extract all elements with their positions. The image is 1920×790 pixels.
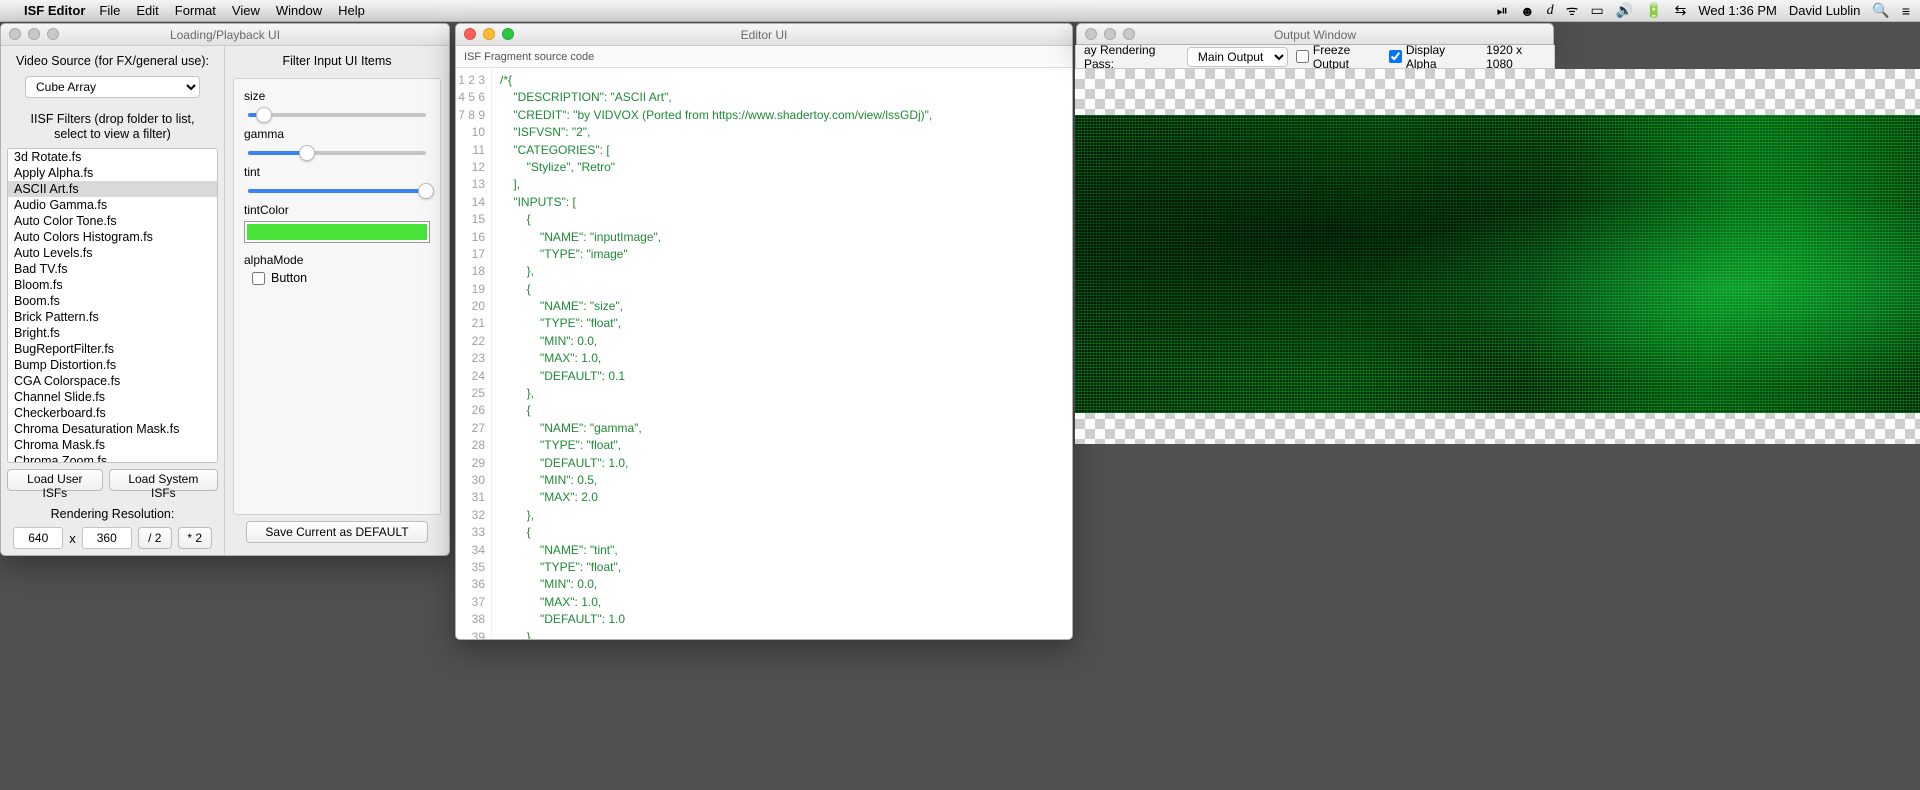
- editor-window-titlebar[interactable]: Editor UI: [456, 24, 1072, 46]
- loading-window-title: Loading/Playback UI: [170, 28, 280, 42]
- size-slider[interactable]: [248, 113, 426, 117]
- output-resolution-label: 1920 x 1080: [1486, 43, 1546, 71]
- alphamode-checkbox[interactable]: [252, 272, 265, 285]
- filter-item[interactable]: BugReportFilter.fs: [8, 341, 217, 357]
- filter-item[interactable]: Chroma Zoom.fs: [8, 453, 217, 463]
- editor-toolbar: ISF Fragment source code: [456, 46, 1072, 68]
- volume-icon[interactable]: 🔊: [1616, 2, 1633, 19]
- filter-item[interactable]: Chroma Desaturation Mask.fs: [8, 421, 217, 437]
- param-tint: tint: [244, 165, 430, 193]
- filter-item[interactable]: Bright.fs: [8, 325, 217, 341]
- tint-slider[interactable]: [248, 189, 426, 193]
- letter-d-icon[interactable]: d: [1547, 3, 1554, 19]
- filter-item[interactable]: Chroma Mask.fs: [8, 437, 217, 453]
- menu-help[interactable]: Help: [338, 3, 365, 18]
- filter-item[interactable]: Boom.fs: [8, 293, 217, 309]
- filter-item[interactable]: Auto Color Tone.fs: [8, 213, 217, 229]
- gamma-slider[interactable]: [248, 151, 426, 155]
- menubar-user[interactable]: David Lublin: [1789, 3, 1861, 18]
- code-text[interactable]: /*{ "DESCRIPTION": "ASCII Art", "CREDIT"…: [492, 68, 1072, 639]
- filter-item[interactable]: Brick Pattern.fs: [8, 309, 217, 325]
- filter-item[interactable]: Checkerboard.fs: [8, 405, 217, 421]
- filter-item[interactable]: Bump Distortion.fs: [8, 357, 217, 373]
- filter-item[interactable]: Auto Levels.fs: [8, 245, 217, 261]
- param-gamma: gamma: [244, 127, 430, 155]
- menu-view[interactable]: View: [232, 3, 260, 18]
- wifi-icon[interactable]: ᯤ: [1566, 1, 1579, 20]
- menu-extra-icon[interactable]: ≡: [1902, 3, 1910, 19]
- output-preview-image: [1075, 115, 1920, 413]
- load-system-isfs-button[interactable]: Load System ISFs: [109, 469, 218, 491]
- spotlight-icon[interactable]: 🔍: [1872, 2, 1889, 19]
- param-alphamode: alphaMode Button: [244, 253, 430, 285]
- display-alpha-toggle[interactable]: Display Alpha: [1389, 43, 1470, 71]
- param-tintcolor: tintColor: [244, 203, 430, 243]
- line-gutter: 1 2 3 4 5 6 7 8 9 10 11 12 13 14 15 16 1…: [456, 68, 492, 639]
- filter-item[interactable]: Bad TV.fs: [8, 261, 217, 277]
- filter-item[interactable]: Auto Colors Histogram.fs: [8, 229, 217, 245]
- tintcolor-swatch[interactable]: [244, 221, 430, 243]
- output-preview-checker: [1075, 69, 1920, 444]
- filter-item[interactable]: CGA Colorspace.fs: [8, 373, 217, 389]
- res-width-input[interactable]: [13, 527, 63, 549]
- res-half-button[interactable]: / 2: [138, 527, 172, 549]
- menu-format[interactable]: Format: [175, 3, 216, 18]
- video-source-select[interactable]: Cube Array: [25, 76, 200, 98]
- filters-label: IISF Filters (drop folder to list, selec…: [7, 112, 218, 142]
- video-source-label: Video Source (for FX/general use):: [7, 54, 218, 68]
- output-window-title: Output Window: [1274, 28, 1356, 42]
- editor-source-label: ISF Fragment source code: [464, 51, 594, 63]
- load-user-isfs-button[interactable]: Load User ISFs: [7, 469, 103, 491]
- freeze-output-toggle[interactable]: Freeze Output: [1296, 43, 1381, 71]
- editor-window: Editor UI ISF Fragment source code 1 2 3…: [455, 23, 1073, 640]
- res-x-label: x: [69, 531, 76, 546]
- user-icon[interactable]: ☻: [1520, 3, 1535, 19]
- rendering-resolution-label: Rendering Resolution:: [7, 507, 218, 521]
- freeze-output-checkbox[interactable]: [1296, 50, 1309, 63]
- output-toolbar: ay Rendering Pass: Main Output Freeze Ou…: [1075, 45, 1555, 69]
- rendering-pass-select[interactable]: Main Output: [1187, 47, 1288, 67]
- loading-window-titlebar[interactable]: Loading/Playback UI: [1, 24, 449, 46]
- filter-item[interactable]: Bloom.fs: [8, 277, 217, 293]
- menu-edit[interactable]: Edit: [136, 3, 158, 18]
- battery-icon[interactable]: 🔋: [1645, 2, 1662, 19]
- code-editor[interactable]: 1 2 3 4 5 6 7 8 9 10 11 12 13 14 15 16 1…: [456, 68, 1072, 639]
- menubar: ISF Editor File Edit Format View Window …: [0, 0, 1920, 22]
- filter-item[interactable]: ASCII Art.fs: [8, 181, 217, 197]
- app-name[interactable]: ISF Editor: [24, 3, 85, 18]
- res-double-button[interactable]: * 2: [178, 527, 212, 549]
- loading-playback-window: Loading/Playback UI Video Source (for FX…: [0, 23, 450, 556]
- display-icon[interactable]: ▭: [1590, 2, 1603, 19]
- editor-window-title: Editor UI: [741, 28, 788, 42]
- save-default-button[interactable]: Save Current as DEFAULT: [246, 521, 427, 543]
- filter-list[interactable]: 3d Rotate.fsApply Alpha.fsASCII Art.fsAu…: [7, 148, 218, 463]
- filter-item[interactable]: Audio Gamma.fs: [8, 197, 217, 213]
- filter-item[interactable]: Channel Slide.fs: [8, 389, 217, 405]
- menubar-clock[interactable]: Wed 1:36 PM: [1698, 3, 1777, 18]
- menu-file[interactable]: File: [99, 3, 120, 18]
- alphamode-toggle[interactable]: Button: [252, 271, 422, 285]
- display-alpha-checkbox[interactable]: [1389, 50, 1402, 63]
- menu-window[interactable]: Window: [276, 3, 322, 18]
- rendering-pass-label: ay Rendering Pass:: [1084, 43, 1179, 71]
- res-height-input[interactable]: [82, 527, 132, 549]
- param-size: size: [244, 89, 430, 117]
- screenshare-icon[interactable]: ⏯: [1497, 2, 1508, 19]
- filter-input-ui-heading: Filter Input UI Items: [233, 54, 441, 68]
- fastswitch-icon[interactable]: ⇆: [1675, 2, 1687, 19]
- filter-item[interactable]: Apply Alpha.fs: [8, 165, 217, 181]
- filter-item[interactable]: 3d Rotate.fs: [8, 149, 217, 165]
